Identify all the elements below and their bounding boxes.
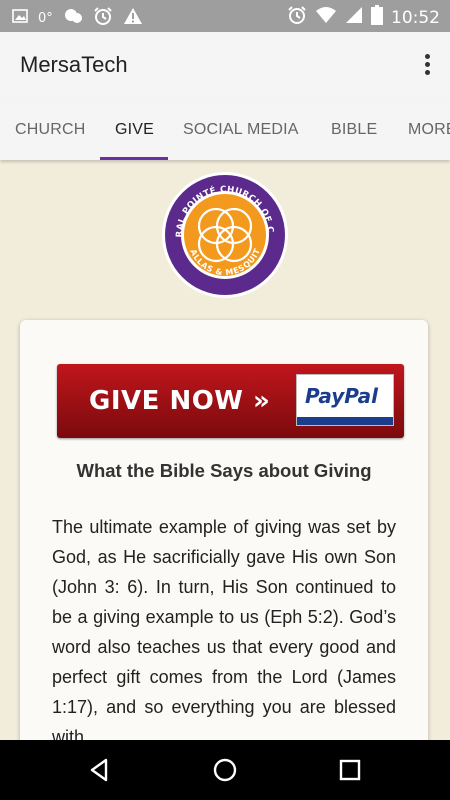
alarm-icon xyxy=(287,5,307,30)
app-bar: MersaTech xyxy=(0,32,450,100)
battery-icon xyxy=(371,5,383,30)
home-icon[interactable] xyxy=(207,752,243,788)
give-now-paypal-button[interactable]: GIVE NOW » PayPal xyxy=(57,364,404,438)
more-vert-icon[interactable] xyxy=(420,54,434,78)
signal-icon xyxy=(345,6,363,29)
alarm-icon xyxy=(93,6,113,31)
status-bar-left: 0° xyxy=(12,6,143,31)
app-title: MersaTech xyxy=(20,52,128,77)
giving-card: GIVE NOW » PayPal What the Bible Says ab… xyxy=(20,320,428,740)
tab-give[interactable]: GIVE xyxy=(115,100,154,160)
church-logo: CENTRAL POINTÉ CHURCH OF CHRIST DALLAS &… xyxy=(156,163,290,300)
back-icon[interactable] xyxy=(82,752,118,788)
status-bar: 0° 10:52 xyxy=(0,0,450,32)
clock: 10:52 xyxy=(391,7,440,28)
image-icon xyxy=(12,8,28,29)
tab-more[interactable]: MORE xyxy=(408,100,450,160)
card-body-text: The ultimate example of giving was set b… xyxy=(52,517,396,740)
paypal-brand: PayPal xyxy=(305,384,379,408)
tab-indicator xyxy=(100,157,168,160)
navigation-bar xyxy=(0,740,450,800)
weather-icon xyxy=(63,6,83,31)
paypal-logo: PayPal xyxy=(296,374,394,426)
status-bar-right: 10:52 xyxy=(287,5,440,30)
paypal-bar xyxy=(297,417,393,425)
card-heading: What the Bible Says about Giving xyxy=(76,460,372,481)
content-area: CENTRAL POINTÉ CHURCH OF CHRIST DALLAS &… xyxy=(0,160,450,740)
give-now-label: GIVE NOW » xyxy=(89,386,271,416)
weather-temp: 0° xyxy=(38,11,53,26)
recents-icon[interactable] xyxy=(332,752,368,788)
tab-church[interactable]: CHURCH xyxy=(15,100,86,160)
wifi-icon xyxy=(315,6,337,29)
warning-icon xyxy=(123,7,143,30)
tab-bar: CHURCH GIVE SOCIAL MEDIA BIBLE MORE xyxy=(0,100,450,160)
tab-social-media[interactable]: SOCIAL MEDIA xyxy=(183,100,299,160)
tab-bible[interactable]: BIBLE xyxy=(331,100,377,160)
